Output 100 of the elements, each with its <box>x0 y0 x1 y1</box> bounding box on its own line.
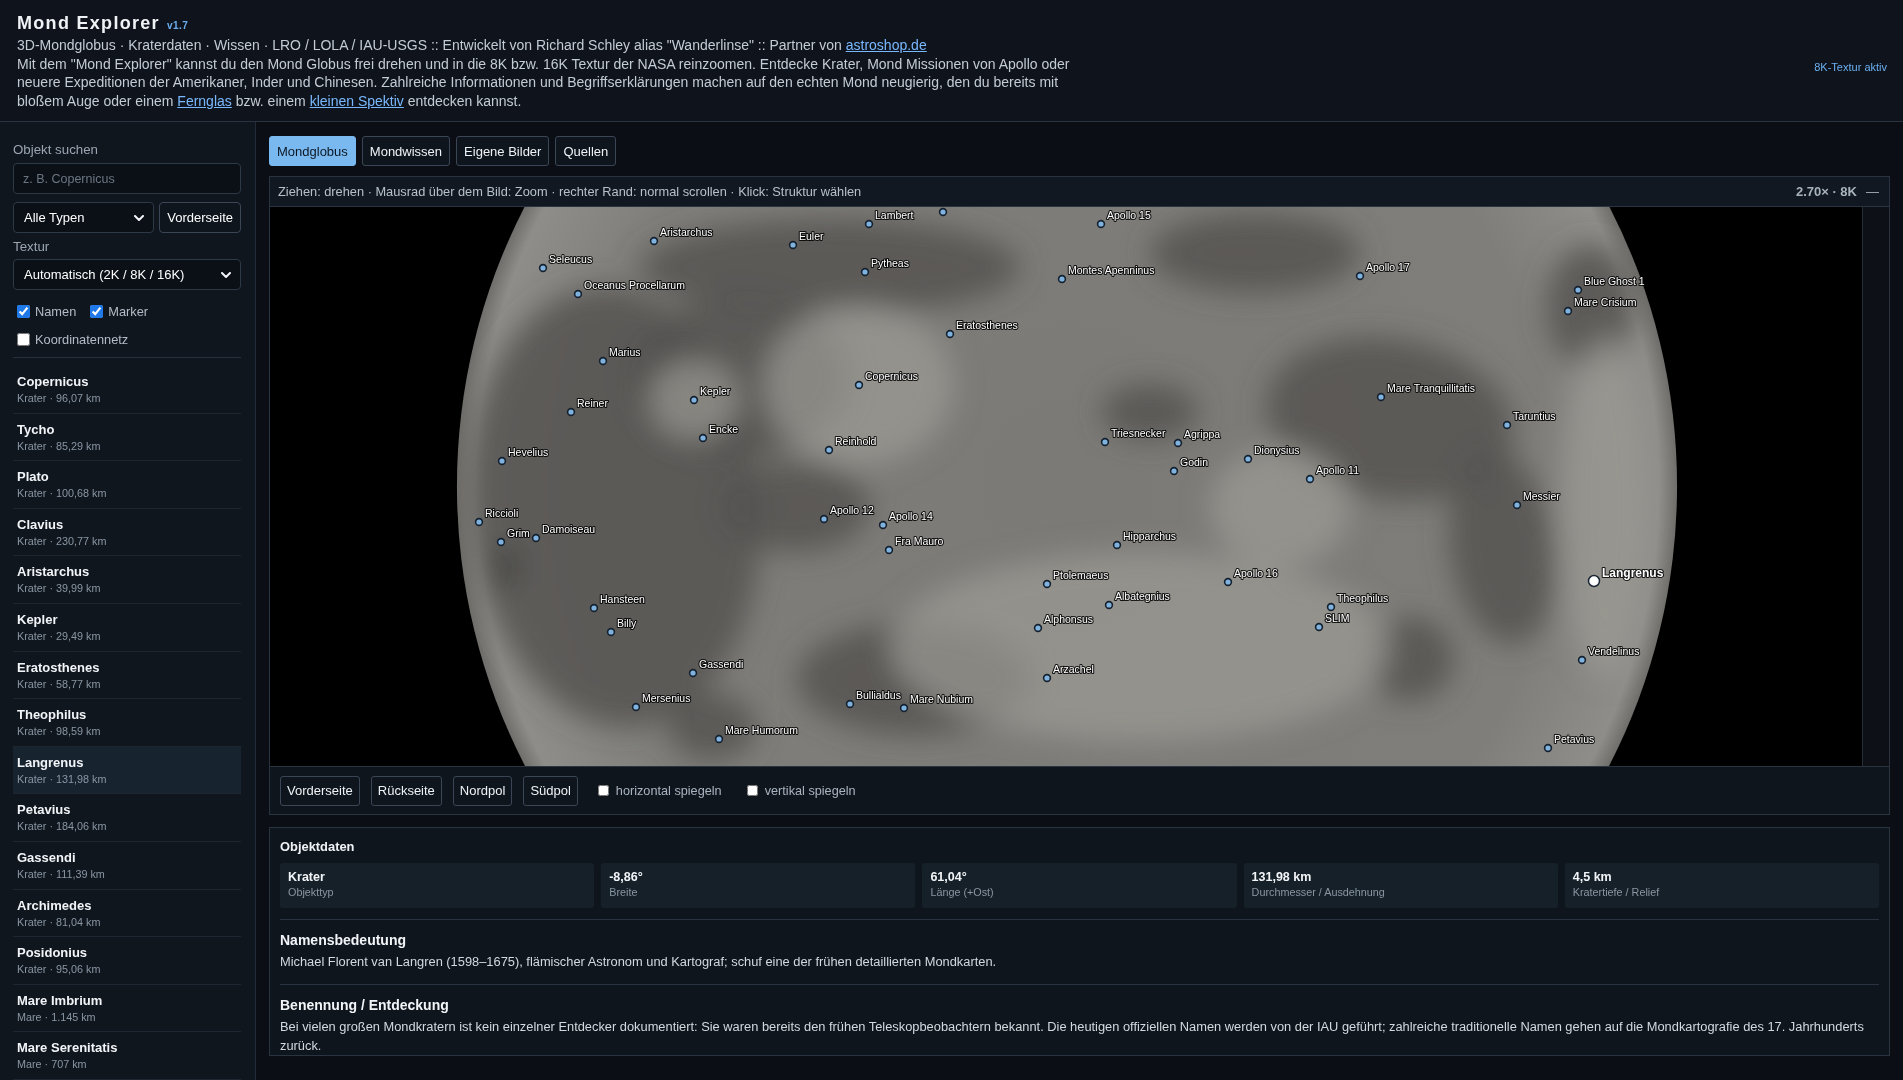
marker-dot-icon[interactable] <box>631 702 641 712</box>
marker-dot-icon[interactable] <box>884 545 894 555</box>
marker-dot-icon[interactable] <box>845 699 855 709</box>
object-list-item[interactable]: Eratosthenes Krater · 58,77 km <box>13 651 241 700</box>
marker-dot-icon[interactable] <box>698 433 708 443</box>
checkbox[interactable] <box>90 304 104 318</box>
checkbox[interactable] <box>17 304 30 318</box>
marker-dot-icon[interactable] <box>714 734 724 744</box>
marker-dot-icon[interactable] <box>1314 622 1324 632</box>
marker-dot-icon[interactable] <box>788 240 798 250</box>
marker-dot-icon[interactable] <box>1543 743 1553 753</box>
object-list-item[interactable]: Copernicus Krater · 96,07 km <box>13 366 241 414</box>
tab[interactable]: Eigene Bilder <box>456 136 550 166</box>
object-list-item[interactable]: Aristarchus Krater · 39,99 km <box>13 556 241 604</box>
object-list-item[interactable]: Tycho Krater · 85,29 km <box>13 413 241 462</box>
marker-dot-icon[interactable] <box>860 267 870 277</box>
view-preset-button[interactable]: Vorderseite <box>280 775 360 806</box>
object-list-item[interactable]: Clavius Krater · 230,77 km <box>13 508 241 557</box>
marker-dot-icon[interactable] <box>689 395 699 405</box>
marker-dot-icon[interactable] <box>945 329 955 339</box>
marker-dot-icon[interactable] <box>573 289 583 299</box>
type-dropdown[interactable]: Alle Typen <box>13 202 155 233</box>
marker-dot-icon[interactable] <box>1104 600 1114 610</box>
side-button[interactable]: Vorderseite <box>159 202 241 233</box>
marker-dot-icon[interactable] <box>1112 540 1122 550</box>
marker-dot-icon[interactable] <box>864 219 874 229</box>
field-label: Textur <box>13 238 51 256</box>
checkbox-label[interactable]: Namen <box>35 303 77 319</box>
search-field[interactable]: z. B. Copernicus <box>13 163 241 194</box>
object-info: Krater · 131,98 km <box>17 771 108 786</box>
marker-dot-icon[interactable] <box>497 456 507 466</box>
marker-dot-icon[interactable] <box>688 668 698 678</box>
marker-dot-icon[interactable] <box>819 514 829 524</box>
marker-dot-icon[interactable] <box>1042 579 1052 589</box>
marker-dot-icon[interactable] <box>496 537 506 547</box>
object-list-item[interactable]: Gassendi Krater · 111,39 km <box>13 841 241 890</box>
object-list-item[interactable]: Plato Krater · 100,68 km <box>13 461 241 509</box>
marker-dot-icon[interactable] <box>538 263 548 273</box>
object-list-item[interactable]: Kepler Krater · 29,49 km <box>13 603 241 652</box>
marker-dot-icon[interactable] <box>1243 454 1253 464</box>
object-list-item[interactable]: Langrenus Krater · 131,98 km <box>13 746 241 795</box>
marker-dot-icon[interactable] <box>606 627 616 637</box>
object-list-item[interactable]: Theophilus Krater · 98,59 km <box>13 699 241 747</box>
marker-dot-icon[interactable] <box>938 207 948 217</box>
marker-label: Hipparchus <box>1123 530 1177 542</box>
marker-dot-icon[interactable] <box>1100 437 1110 447</box>
marker-dot-icon[interactable] <box>1057 274 1067 284</box>
marker-dot-icon[interactable] <box>1223 577 1233 587</box>
object-info: Krater · 58,77 km <box>17 676 102 691</box>
marker-dot-icon[interactable] <box>824 445 834 455</box>
marker-dot-icon[interactable] <box>1355 271 1365 281</box>
marker-dot-icon[interactable] <box>589 603 599 613</box>
object-list-item[interactable]: Archimedes Krater · 81,04 km <box>13 889 241 938</box>
texture-dropdown[interactable]: Automatisch (2K / 8K / 16K) <box>13 259 241 290</box>
object-list-item[interactable]: Mare Imbrium Mare · 1.145 km <box>13 984 241 1033</box>
view-preset-button[interactable]: Rückseite <box>370 775 442 806</box>
tab[interactable]: Mondwissen <box>361 136 451 166</box>
collapse-button[interactable]: — <box>1866 184 1879 199</box>
link[interactable]: Fernglas <box>177 92 232 109</box>
marker-dot-icon[interactable] <box>1376 392 1386 402</box>
object-list-item[interactable]: Petavius Krater · 184,06 km <box>13 794 241 842</box>
marker-dot-icon[interactable] <box>854 380 864 390</box>
marker-dot-icon[interactable] <box>1502 420 1512 430</box>
checkbox-label[interactable]: vertikal spiegeln <box>764 783 856 798</box>
marker-dot-icon[interactable] <box>1587 574 1601 588</box>
marker-dot-icon[interactable] <box>1326 602 1336 612</box>
marker-dot-icon[interactable] <box>1033 623 1043 633</box>
marker-dot-icon[interactable] <box>1173 438 1183 448</box>
marker-dot-icon[interactable] <box>1577 655 1587 665</box>
marker-dot-icon[interactable] <box>649 236 659 246</box>
marker-dot-icon[interactable] <box>1305 474 1315 484</box>
tab[interactable]: Quellen <box>555 136 617 166</box>
object-list-item[interactable]: Mare Serenitatis Mare · 707 km <box>13 1032 241 1080</box>
marker-dot-icon[interactable] <box>1096 219 1106 229</box>
marker-dot-icon[interactable] <box>531 533 541 543</box>
marker-dot-icon[interactable] <box>1563 306 1573 316</box>
marker-dot-icon[interactable] <box>878 520 888 530</box>
link[interactable]: astroshop.de <box>845 37 927 53</box>
link[interactable]: kleinen Spektiv <box>309 92 404 109</box>
view-preset-button[interactable]: Südpol <box>523 775 578 806</box>
object-info: Krater · 98,59 km <box>17 724 102 739</box>
checkbox[interactable] <box>597 785 609 796</box>
marker-dot-icon[interactable] <box>566 407 576 417</box>
checkbox-label[interactable]: horizontal spiegeln <box>615 783 722 798</box>
marker-dot-icon[interactable] <box>1512 500 1522 510</box>
checkbox-label[interactable]: Koordinatennetz <box>35 331 129 347</box>
marker-dot-icon[interactable] <box>1042 673 1052 683</box>
tab[interactable]: Mondglobus <box>269 136 356 166</box>
checkbox[interactable] <box>746 785 758 796</box>
object-list-item[interactable]: Posidonius Krater · 95,06 km <box>13 937 241 985</box>
marker-dot-icon[interactable] <box>1169 466 1179 476</box>
marker-dot-icon[interactable] <box>899 703 909 713</box>
hint-text: Ziehen: drehen · Mausrad über dem Bild: Zoom · rechter Rand: normal scrollen · Klick: Struktur wählen <box>278 184 862 199</box>
checkbox[interactable] <box>17 332 30 346</box>
marker-dot-icon[interactable] <box>474 517 484 527</box>
marker-dot-icon[interactable] <box>598 356 608 366</box>
view-preset-button[interactable]: Nordpol <box>452 775 513 806</box>
marker-dot-icon[interactable] <box>1573 285 1583 295</box>
checkbox-label[interactable]: Marker <box>108 303 149 319</box>
object-info: Krater · 39,99 km <box>17 581 102 596</box>
